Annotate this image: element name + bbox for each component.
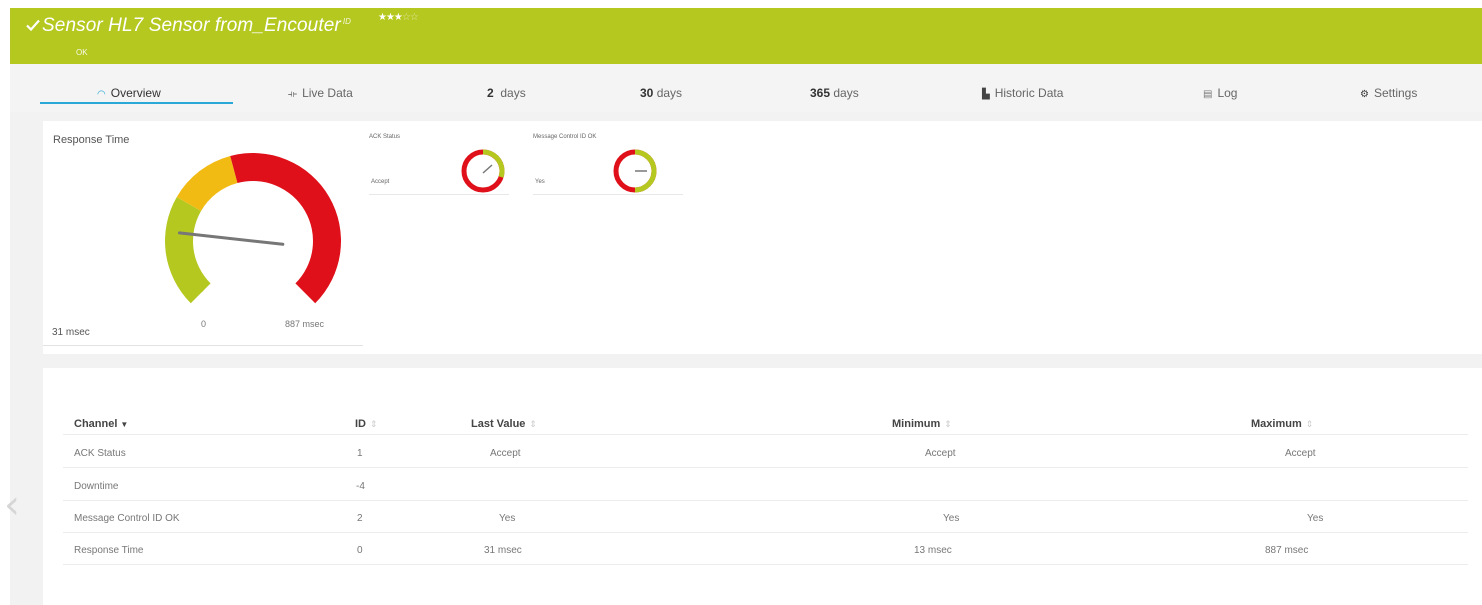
star-empty-icon: ☆☆ xyxy=(401,12,419,23)
response-time-gauge xyxy=(164,152,342,304)
column-header-maximum[interactable]: Maximum ⇕ xyxy=(1251,418,1313,430)
sensor-title: Sensor HL7 Sensor from_Encouter ID xyxy=(42,15,352,36)
column-header-minimum[interactable]: Minimum ⇕ xyxy=(892,418,952,430)
sensor-header: Sensor HL7 Sensor from_Encouter ID ★★★☆☆ … xyxy=(10,8,1482,64)
ack-status-gauge xyxy=(461,149,505,193)
message-control-gauge xyxy=(613,149,657,193)
tab-overview[interactable]: ◠ Overview xyxy=(97,86,161,100)
channels-table: Channel ▼ ID ⇕ Last Value ⇕ Minimum ⇕ Maximu… xyxy=(43,368,1482,605)
gauge-title: Message Control ID OK xyxy=(533,134,597,140)
sort-icon: ⇕ xyxy=(370,419,378,429)
gauge-value: Yes xyxy=(535,179,545,185)
cell-maximum: Yes xyxy=(1307,513,1324,524)
tab-settings[interactable]: ⚙ Settings xyxy=(1360,86,1417,100)
cell-minimum: Accept xyxy=(925,448,956,459)
gauge-max-label: 887 msec xyxy=(285,319,325,329)
cell-maximum: Accept xyxy=(1285,448,1316,459)
message-control-gauge-card[interactable]: Message Control ID OK Yes xyxy=(533,129,683,195)
row-divider xyxy=(63,434,1468,435)
column-header-last-value[interactable]: Last Value ⇕ xyxy=(471,418,537,430)
gauge-band-red xyxy=(230,152,342,304)
active-tab-indicator xyxy=(40,102,233,104)
cell-id: 0 xyxy=(357,545,363,556)
gauge-icon: ◠ xyxy=(97,89,106,100)
tab-365-days[interactable]: 365 days xyxy=(810,86,859,100)
cell-minimum: 13 msec xyxy=(914,545,952,556)
cell-last-value: 31 msec xyxy=(484,545,522,556)
log-icon: ▤ xyxy=(1203,89,1213,100)
column-header-channel[interactable]: Channel ▼ xyxy=(74,418,128,430)
sort-desc-icon: ▼ xyxy=(120,420,129,429)
tab-bar: ◠ Overview ⟛ Live Data 2 days 30 days 365 … xyxy=(10,64,1482,112)
gauge-band-green xyxy=(164,197,211,304)
gauge-value: Accept xyxy=(371,179,390,185)
gauge-needle xyxy=(177,231,285,246)
status-badge: OK xyxy=(76,48,88,57)
row-divider xyxy=(63,564,1468,565)
cell-maximum: 887 msec xyxy=(1265,545,1309,556)
check-icon xyxy=(26,19,40,32)
sort-icon: ⇕ xyxy=(529,419,537,429)
cell-minimum: Yes xyxy=(943,513,960,524)
sort-icon: ⇕ xyxy=(944,419,952,429)
star-filled-icon: ★★★ xyxy=(378,12,403,23)
cell-id: -4 xyxy=(356,481,365,492)
response-time-gauge-card[interactable]: Response Time 0 887 msec 31 msec xyxy=(43,121,363,346)
gauge-label: Response Time xyxy=(53,134,130,146)
tab-historic-data[interactable]: ▙ Historic Data xyxy=(982,86,1063,100)
priority-stars[interactable]: ★★★☆☆ xyxy=(378,12,419,23)
sensor-id-label: ID xyxy=(342,16,352,26)
chart-icon: ▙ xyxy=(982,89,990,100)
cell-last-value: Accept xyxy=(490,448,521,459)
cell-id: 1 xyxy=(357,448,363,459)
gauge-min-label: 0 xyxy=(201,319,207,329)
gauge-min-marker xyxy=(198,286,204,292)
gauge-title: ACK Status xyxy=(369,134,401,140)
column-header-id[interactable]: ID ⇕ xyxy=(355,418,378,430)
cell-last-value: Yes xyxy=(499,513,516,524)
back-arrow-icon[interactable]: ‹ xyxy=(4,480,28,530)
gauge-value: 31 msec xyxy=(52,327,90,338)
live-data-icon: ⟛ xyxy=(288,89,298,100)
row-divider xyxy=(63,500,1468,501)
tab-live-data[interactable]: ⟛ Live Data xyxy=(288,86,353,100)
cell-channel[interactable]: Downtime xyxy=(74,481,118,492)
tab-2-days[interactable]: 2 days xyxy=(487,86,526,100)
ack-status-gauge-card[interactable]: ACK Status Accept xyxy=(369,129,509,195)
row-divider xyxy=(63,467,1468,468)
cell-channel[interactable]: Message Control ID OK xyxy=(74,513,180,524)
cell-id: 2 xyxy=(357,513,363,524)
tab-log[interactable]: ▤ Log xyxy=(1203,86,1237,100)
tab-30-days[interactable]: 30 days xyxy=(640,86,682,100)
sort-icon: ⇕ xyxy=(1305,419,1314,429)
row-divider xyxy=(63,532,1468,533)
cell-channel[interactable]: ACK Status xyxy=(74,448,126,459)
cell-channel[interactable]: Response Time xyxy=(74,545,143,556)
gear-icon: ⚙ xyxy=(1360,89,1369,100)
gauges-panel: Response Time 0 887 msec 31 msec ACK Sta… xyxy=(43,121,1482,354)
